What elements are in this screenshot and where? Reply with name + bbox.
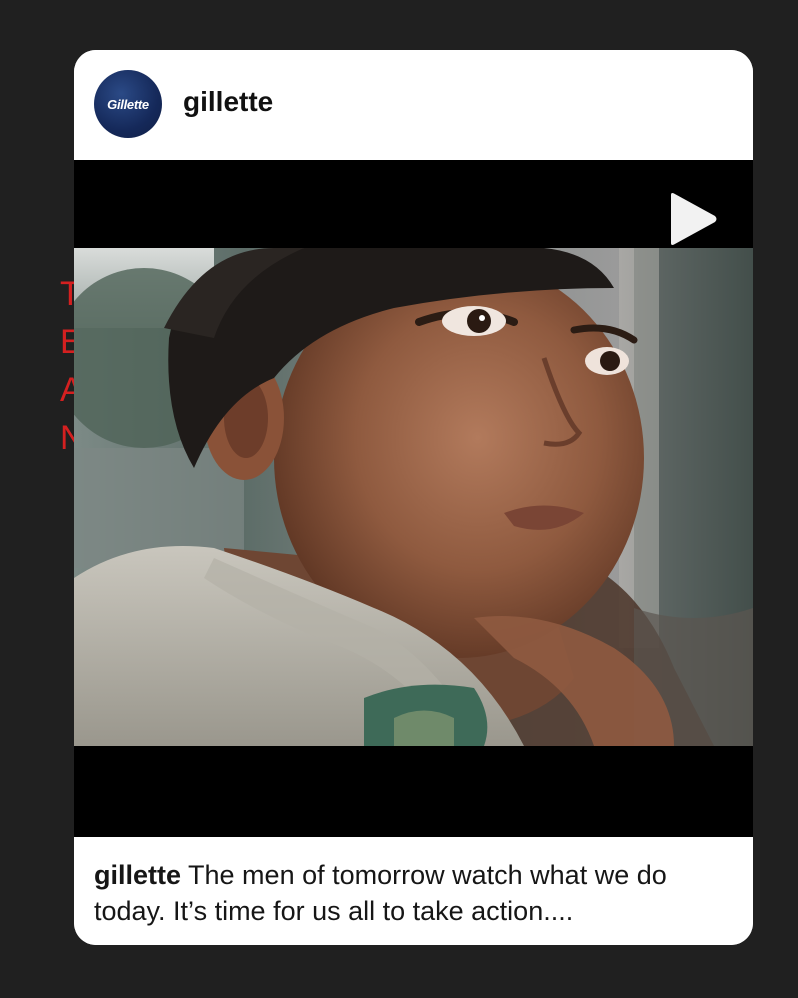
post-header: Gillette gillette [74,50,753,160]
avatar[interactable]: Gillette [94,70,162,138]
gillette-logo: Gillette [107,96,149,112]
screen: T E A N Gillette gillette gillette The m… [0,0,798,998]
play-icon[interactable] [668,191,718,247]
video-frame-boy-portrait [74,248,753,746]
post-caption: gillette The men of tomorrow watch what … [74,837,753,945]
video-media[interactable] [74,160,753,837]
post-username[interactable]: gillette [183,86,273,118]
caption-text[interactable]: gillette The men of tomorrow watch what … [94,857,734,929]
caption-username[interactable]: gillette [94,860,181,890]
instagram-post-card: Gillette gillette gillette The men of to… [74,50,753,945]
